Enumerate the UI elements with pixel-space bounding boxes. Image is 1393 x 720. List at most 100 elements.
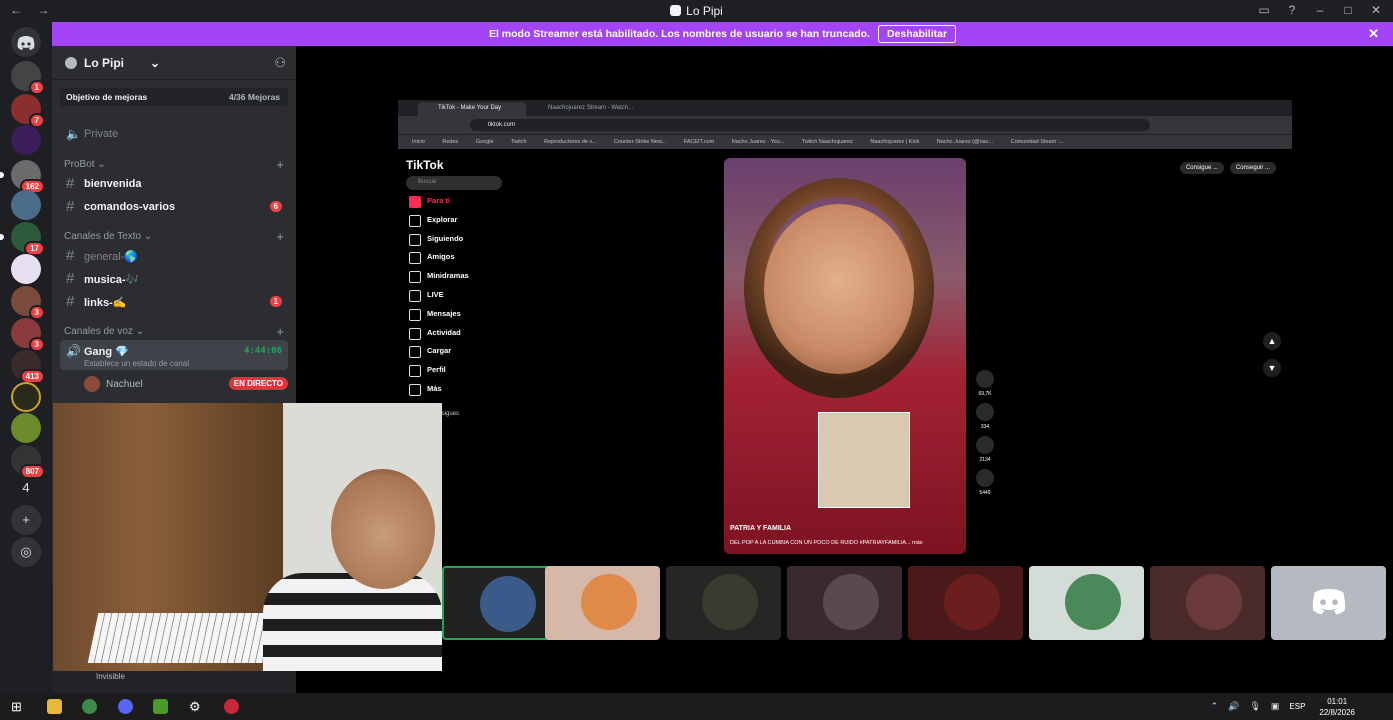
network-icon[interactable]: ▣ (1271, 701, 1280, 712)
comment-icon[interactable] (976, 403, 994, 421)
category-probot[interactable]: ProBot ⌄ + (64, 157, 288, 173)
menu-item[interactable]: Actividad (406, 327, 526, 347)
close-window-icon[interactable]: ✕ (1369, 3, 1383, 17)
server-icon[interactable]: 3 (11, 286, 45, 320)
bookmark-icon[interactable] (976, 436, 994, 454)
server-icon[interactable] (11, 254, 41, 284)
app-icon[interactable] (153, 699, 168, 714)
add-channel-icon[interactable]: + (276, 157, 284, 172)
participant-tile[interactable] (442, 566, 557, 640)
channel-general[interactable]: # general-🌎 (60, 246, 288, 266)
settings-icon[interactable]: ⚙ (189, 699, 204, 714)
browser-tab[interactable]: Naachojuarez Stream - Watch... (528, 102, 636, 116)
app-icon[interactable] (224, 699, 239, 714)
discord-icon[interactable] (118, 699, 133, 714)
streamer-mode-banner: El modo Streamer está habilitado. Los no… (52, 22, 1393, 46)
channel-comandos-varios[interactable]: # comandos-varios 6 (60, 197, 288, 217)
stream-stage[interactable]: TikTok - Make Your Day Naachojuarez Stre… (296, 46, 1393, 693)
menu-item[interactable]: LIVE (406, 289, 526, 309)
language-indicator[interactable]: ESP (1289, 702, 1305, 711)
participant-tile[interactable] (908, 566, 1023, 640)
browser-tab[interactable]: TikTok - Make Your Day (418, 102, 526, 116)
tiktok-video[interactable]: PATRIA Y FAMILIA DEL POP A LA CUMBIA CON… (724, 158, 966, 554)
channel-bienvenida[interactable]: # bienvenida (60, 174, 288, 194)
participant-tile[interactable] (545, 566, 660, 640)
discord-logo-icon (670, 5, 682, 16)
voice-timer: 4:44:06 (244, 346, 282, 356)
channel-private[interactable]: 🔈 Private (60, 124, 288, 144)
start-icon[interactable]: ⊞ (11, 699, 26, 714)
menu-item[interactable]: Mensajes (406, 308, 526, 328)
server-icon[interactable] (11, 190, 41, 220)
url-field[interactable]: tiktok.com (470, 119, 1150, 131)
server-icon[interactable]: 7 (11, 94, 45, 128)
menu-item[interactable]: Amigos (406, 252, 526, 271)
voice-channel-gang[interactable]: 🔊 Gang 💎 4:44:06 Establece un estado de … (60, 340, 288, 370)
person-image (331, 469, 435, 589)
disable-streamer-button[interactable]: Deshabilitar (877, 25, 957, 43)
menu-item[interactable]: Minidramas (406, 271, 526, 290)
inbox-icon[interactable]: ▭ (1257, 3, 1271, 17)
menu-item[interactable]: Perfil (406, 365, 526, 384)
menu-item[interactable]: Explorar (406, 214, 526, 234)
chrome-icon[interactable] (82, 699, 97, 714)
volume-icon[interactable]: 🔊 (1228, 701, 1239, 712)
heart-icon[interactable] (976, 370, 994, 388)
server-icon[interactable]: 3 (11, 318, 45, 352)
chevron-up-icon[interactable]: ⌃ (1211, 701, 1219, 712)
participant-tile[interactable] (1029, 566, 1144, 640)
menu-item[interactable]: Más (406, 383, 526, 403)
participant-tile[interactable] (787, 566, 902, 640)
get-app-button[interactable]: Conseguir ... (1229, 162, 1276, 174)
browser-tabs: TikTok - Make Your Day Naachojuarez Stre… (398, 100, 1292, 116)
address-bar: tiktok.com (398, 116, 1292, 134)
participant-tile[interactable] (1150, 566, 1265, 640)
help-icon[interactable]: ? (1285, 3, 1299, 17)
windows-taskbar: ⊞ ⚙ ⌃ 🔊 🎙 ▣ ESP 01:01 22/8/2026 (0, 693, 1393, 720)
server-list: 1 7 162 17 3 3 413 807 4 + ◎ (0, 21, 52, 693)
menu-item[interactable]: Cargar (406, 346, 526, 365)
chevron-down-icon[interactable]: ▼ (1263, 359, 1281, 377)
participant-tile[interactable] (1271, 566, 1386, 640)
close-banner-icon[interactable]: ✕ (1368, 26, 1379, 42)
file-explorer-icon[interactable] (47, 699, 62, 714)
share-icon[interactable] (976, 469, 994, 487)
home-button[interactable] (11, 27, 41, 57)
search-input[interactable]: Buscar (406, 176, 502, 190)
tiktok-logo[interactable]: TikTok (406, 158, 526, 172)
server-icon[interactable] (11, 382, 41, 412)
server-icon[interactable] (11, 413, 41, 443)
discover-icon[interactable]: ◎ (11, 537, 41, 567)
get-coins-button[interactable]: Consigue ... (1179, 162, 1224, 174)
invite-people-icon[interactable]: ⚇ (274, 55, 286, 71)
add-channel-icon[interactable]: + (276, 324, 284, 339)
boost-goal[interactable]: Objetivo de mejoras 4/36 Mejoras (60, 88, 288, 106)
chevron-up-icon[interactable]: ▲ (1263, 332, 1281, 350)
category-texto[interactable]: Canales de Texto ⌄ + (64, 229, 288, 245)
server-icon[interactable]: 807 (11, 445, 45, 479)
guild-header[interactable]: Lo Pipi ⌄ ⚇ (52, 46, 296, 80)
server-icon[interactable]: 413 (11, 350, 45, 384)
user-status[interactable]: Invisible (96, 672, 125, 681)
menu-item[interactable]: Para ti (406, 196, 526, 215)
server-icon[interactable] (11, 125, 41, 155)
server-icon[interactable]: 162 (0, 160, 45, 194)
channel-links[interactable]: # links-✍ 1 (60, 292, 288, 312)
server-folder-count[interactable]: 4 (11, 473, 41, 503)
video-overlay-image (818, 412, 910, 508)
channel-musica[interactable]: # musica-🎶 (60, 269, 288, 289)
add-channel-icon[interactable]: + (276, 229, 284, 244)
video-nav: ▲ ▼ (1263, 332, 1281, 386)
voice-member[interactable]: Nachuel EN DIRECTO (84, 376, 288, 392)
server-icon[interactable]: 17 (0, 222, 45, 256)
channel-status[interactable]: Establece un estado de canal (84, 359, 189, 368)
category-voz[interactable]: Canales de voz ⌄ + (64, 324, 288, 340)
participant-tile[interactable] (666, 566, 781, 640)
add-server-icon[interactable]: + (11, 505, 41, 535)
maximize-icon[interactable]: □ (1341, 3, 1355, 17)
menu-item[interactable]: Siguiendo (406, 233, 526, 253)
mic-icon[interactable]: 🎙 (1249, 701, 1260, 712)
clock[interactable]: 01:01 22/8/2026 (1319, 696, 1355, 718)
minimize-icon[interactable]: – (1313, 3, 1327, 17)
server-icon[interactable]: 1 (11, 61, 45, 95)
